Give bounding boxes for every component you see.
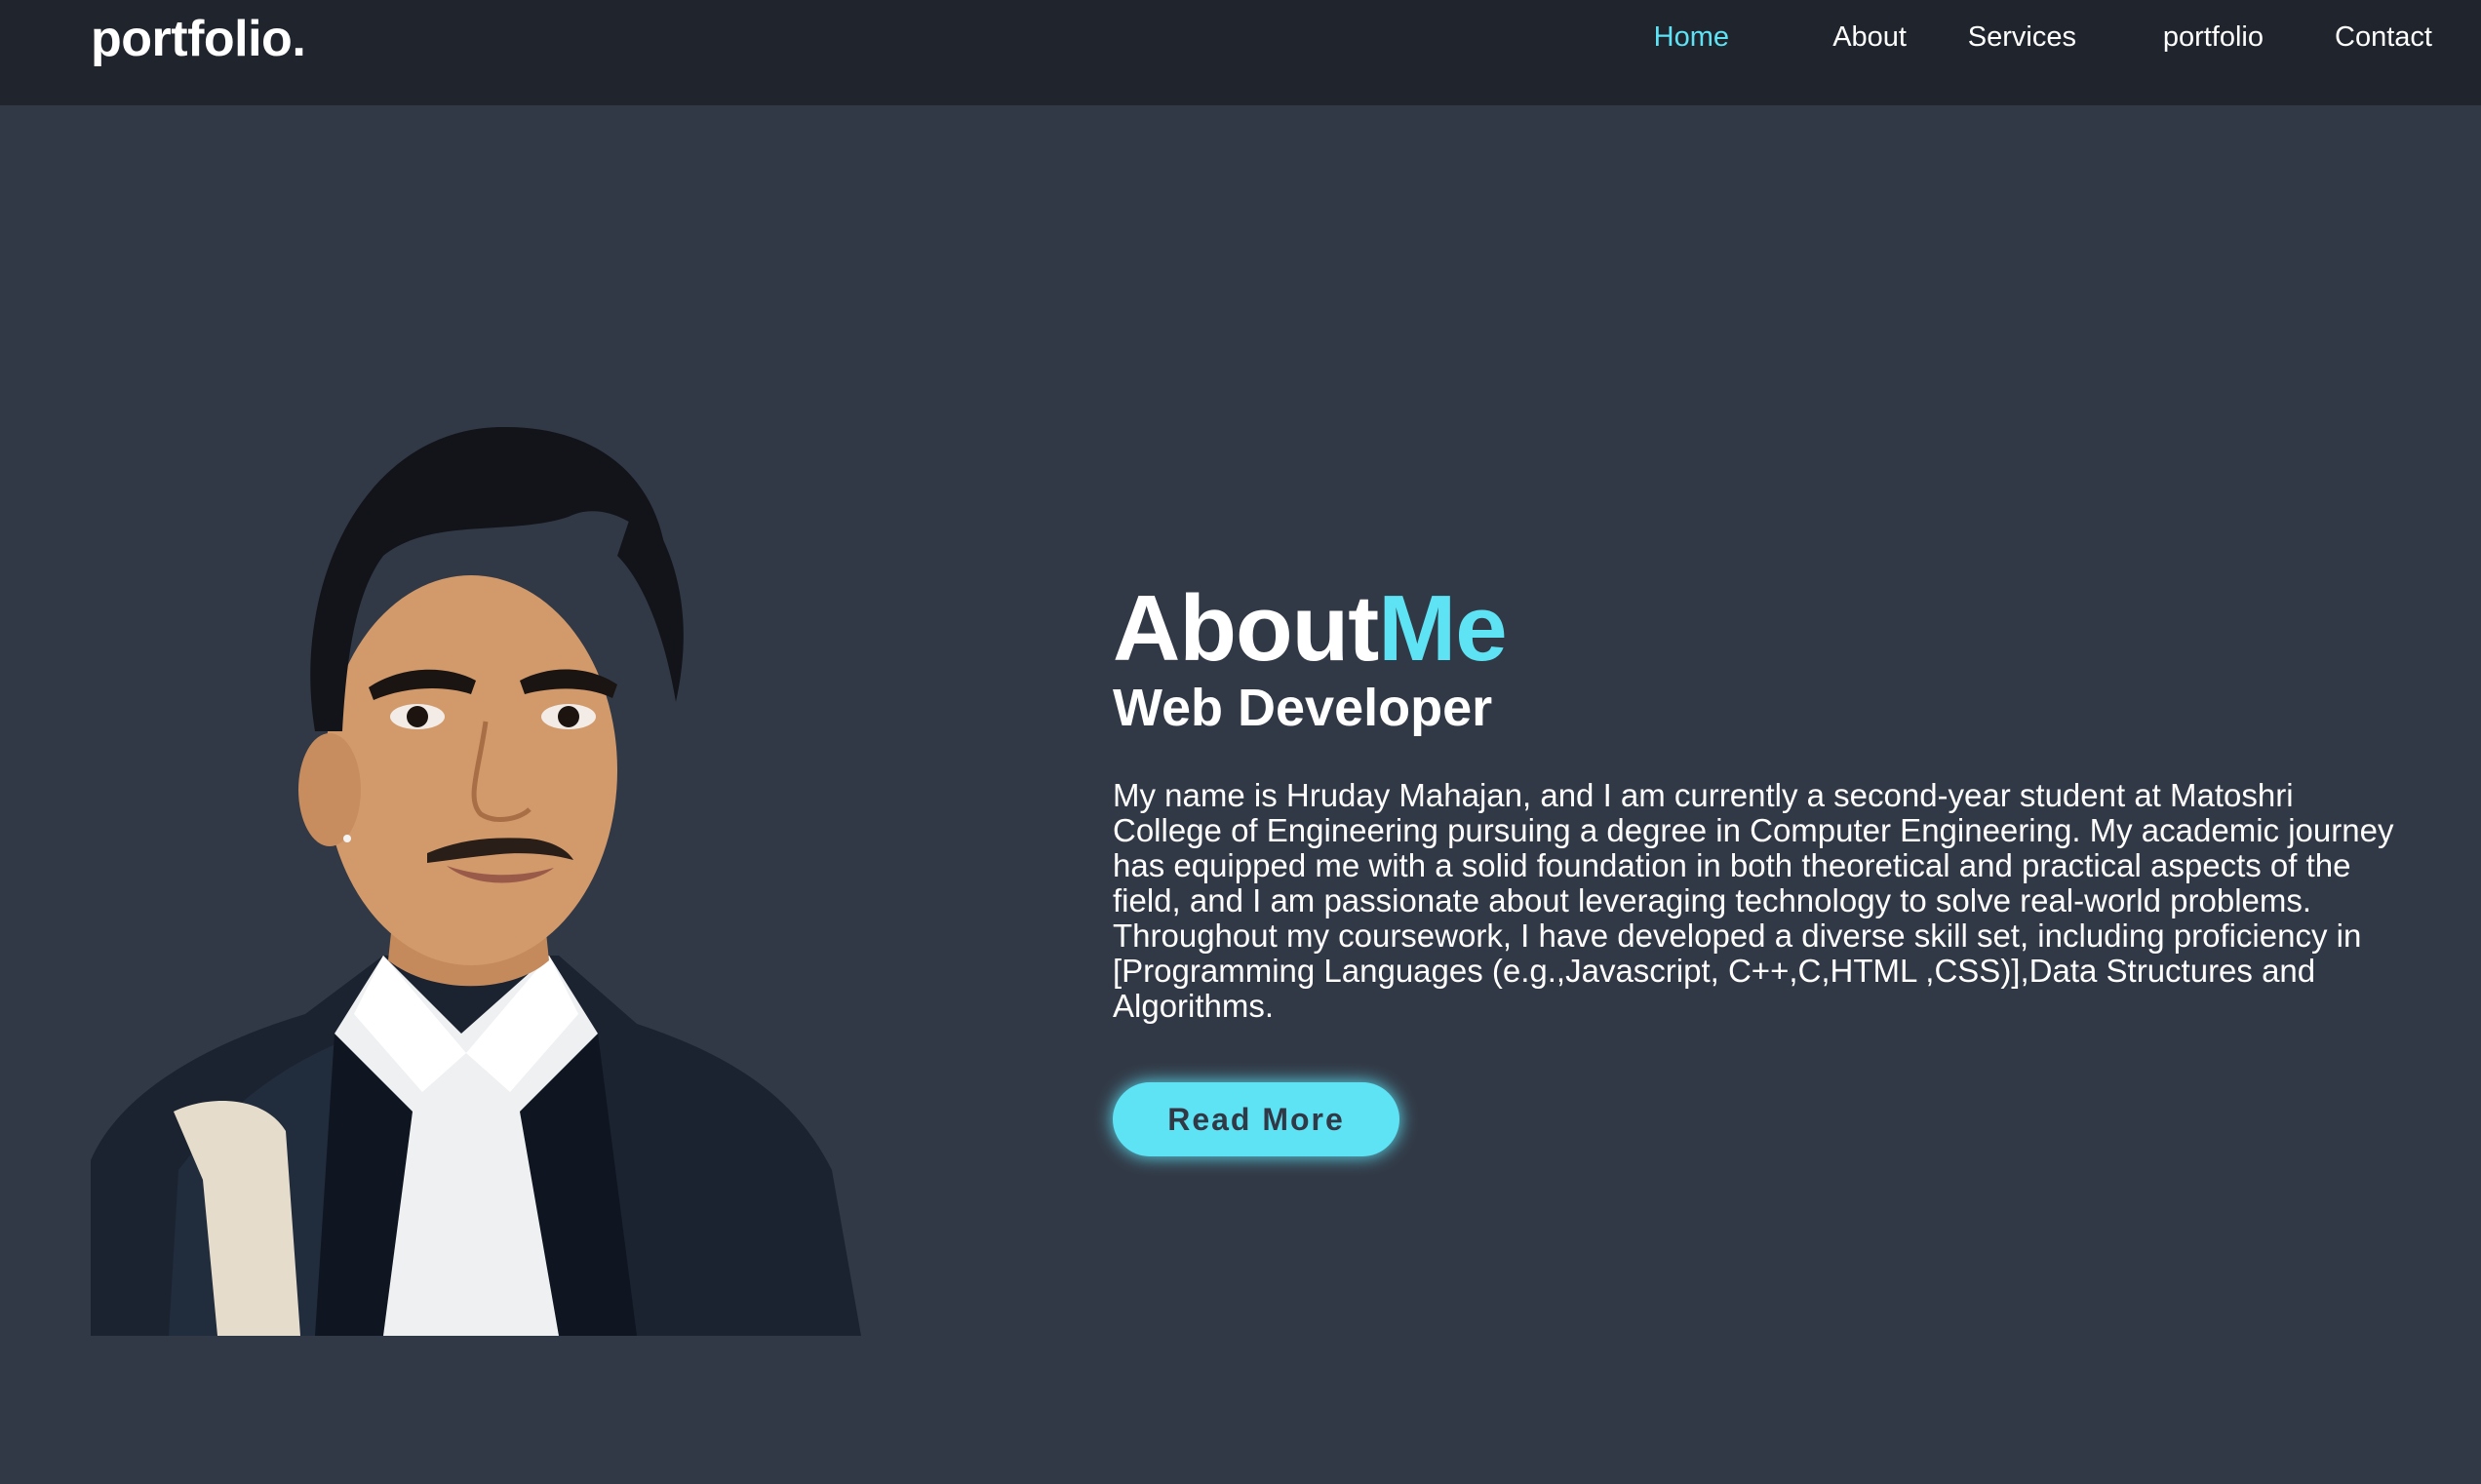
nav-portfolio[interactable]: portfolio [2163,21,2264,54]
about-section: AboutMe Web Developer My name is Hruday … [1113,575,2400,1156]
heading-accent: Me [1378,576,1507,681]
heading-main: About [1113,576,1379,681]
logo[interactable]: portfolio. [91,10,306,68]
nav-contact[interactable]: Contact [2335,21,2432,54]
read-more-button[interactable]: Read More [1113,1082,1399,1156]
nav-home[interactable]: Home [1654,21,1729,54]
profile-photo [91,410,1007,1338]
nav-about[interactable]: About [1832,21,1907,54]
about-paragraph: My name is Hruday Mahajan, and I am curr… [1113,777,2394,1024]
about-heading: AboutMe [1113,575,2400,683]
site-header: portfolio. Home About Services portfolio… [0,0,2481,105]
about-subheading: Web Developer [1113,679,1493,737]
nav-services[interactable]: Services [1968,21,2076,54]
